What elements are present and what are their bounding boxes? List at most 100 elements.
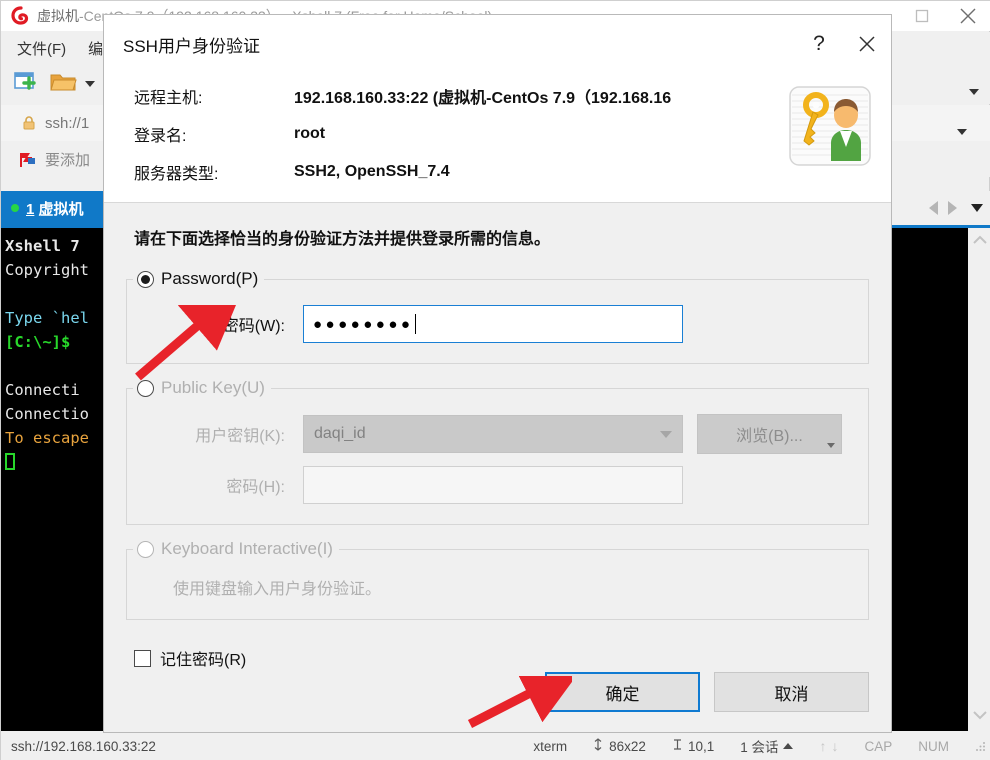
dialog-title-bar: SSH用户身份验证 ? [104,15,891,73]
dialog-body: 请在下面选择恰当的身份验证方法并提供登录所需的信息。 Password(P) 密… [104,203,891,670]
terminal-cursor [5,453,15,470]
browse-dropdown-caret-icon[interactable] [827,443,835,448]
cancel-button[interactable]: 取消 [714,672,869,712]
menu-item-edit[interactable]: 编 [88,38,103,59]
keyboard-interactive-description: 使用键盘输入用户身份验证。 [173,581,382,598]
resize-icon [593,738,604,754]
cursor-pos-icon [672,738,683,754]
session-tab-name: 虚拟机 [38,200,84,218]
status-connection: ssh://192.168.160.33:22 [11,738,156,754]
session-tab-index: 1 [26,200,35,218]
publickey-auth-legend[interactable]: Public Key(U) [133,378,271,398]
publickey-radio[interactable] [137,379,154,397]
remember-password-checkbox[interactable] [134,649,151,667]
info-row-host: 远程主机: 192.168.160.33:22 (虚拟机-CentOs 7.9（… [134,77,891,115]
password-field-row: 密码(W): ●●●●●●●● [127,299,868,349]
toolbar-dropdown-icon[interactable] [85,81,95,87]
status-num: NUM [918,738,949,754]
password-radio[interactable] [137,270,154,288]
ssh-authentication-dialog: SSH用户身份验证 ? 远程主机: 192.168.160.33:22 (虚拟机… [103,14,892,733]
address-text: ssh://1 [45,114,90,132]
xshell-logo-icon [11,6,31,26]
new-session-icon[interactable] [13,70,43,98]
password-input[interactable]: ●●●●●●●● [303,305,683,343]
dialog-title-buttons: ? [795,15,891,73]
arrow-up-icon: ↑ [819,738,827,754]
status-terminal-type: xterm [533,738,568,754]
passphrase-row: 密码(H): [127,460,868,510]
window-title-prefix: 虚拟机 [37,8,79,24]
terminal-line: Xshell 7 [5,237,80,255]
menu-item-file[interactable]: 文件(F) [17,38,66,59]
browse-button-label: 浏览(B)... [736,428,803,445]
address-dropdown-chevron-down-icon[interactable] [957,129,967,135]
publickey-auth-group: Public Key(U) 用户密钥(K): daqi_id 浏览(B)... … [126,378,869,525]
password-masked-value: ●●●●●●●● [313,315,414,333]
dialog-prompt: 请在下面选择恰当的身份验证方法并提供登录所需的信息。 [134,231,551,248]
connection-info-panel: 远程主机: 192.168.160.33:22 (虚拟机-CentOs 7.9（… [104,73,891,203]
terminal-line: Connectio [5,405,89,423]
password-radio-label: Password(P) [161,269,259,288]
browse-button[interactable]: 浏览(B)... [697,414,842,454]
terminal-scrollbar[interactable] [968,228,990,731]
screen: 虚拟机-CentOs 7.9（192.168.160.33） - Xshell … [0,0,990,760]
dialog-title: SSH用户身份验证 [123,36,260,56]
terminal-line: Copyright [5,261,89,279]
info-value-username: root [294,125,326,142]
remember-password-row[interactable]: 记住密码(R) [126,634,869,670]
user-key-value: daqi_id [314,425,366,442]
session-tab-label: 1 虚拟机 [26,198,84,219]
keyboard-interactive-group: Keyboard Interactive(I) 使用键盘输入用户身份验证。 [126,539,869,620]
status-cursor-position: 10,1 [672,738,714,754]
password-auth-legend[interactable]: Password(P) [133,269,264,289]
password-field-label: 密码(W): [222,318,285,335]
info-label-server-type: 服务器类型: [134,166,219,183]
lock-icon [21,115,37,131]
user-key-select[interactable]: daqi_id [303,415,683,453]
terminal-line: Connecti [5,381,80,399]
arrow-down-icon: ↓ [831,738,839,754]
scroll-up-chevron-icon[interactable] [972,234,988,250]
text-cursor [415,314,417,334]
info-label-host: 远程主机: [134,90,203,107]
caret-up-icon[interactable] [783,743,794,749]
status-size: 86x22 [593,738,646,754]
prev-arrow-icon[interactable] [929,201,938,215]
publickey-radio-label: Public Key(U) [161,378,265,397]
maximize-button[interactable] [899,1,945,31]
password-auth-group: Password(P) 密码(W): ●●●●●●●● [126,269,869,364]
scroll-down-chevron-icon[interactable] [972,709,988,725]
info-row-username: 登录名: root [134,115,891,153]
passphrase-input[interactable] [303,466,683,504]
remember-password-label: 记住密码(R) [160,652,247,669]
next-arrow-icon[interactable] [948,201,957,215]
keyboard-interactive-radio[interactable] [137,540,154,558]
tab-menu-chevron-down-icon[interactable] [971,204,983,212]
open-folder-icon[interactable] [49,70,79,98]
terminal-line: Type `hel [5,309,89,327]
status-bar: ssh://192.168.160.33:22 xterm 86x22 10,1… [1,731,990,760]
keyboard-interactive-label: Keyboard Interactive(I) [161,539,333,558]
flag-icon [19,151,37,167]
dialog-action-buttons: 确定 取消 [545,672,869,712]
info-value-server-type: SSH2, OpenSSH_7.4 [294,163,450,180]
window-controls [899,1,990,31]
tab-nav-controls [929,191,983,225]
toolbar-overflow-chevron-down-icon[interactable] [969,89,979,95]
status-transfer-icons: ↑ ↓ [819,738,838,754]
info-row-server-type: 服务器类型: SSH2, OpenSSH_7.4 [134,153,891,191]
terminal-line: To escape [5,429,89,447]
key-user-icon [787,85,873,167]
status-caps: CAP [864,738,893,754]
passphrase-label: 密码(H): [226,479,285,496]
status-sessions[interactable]: 1 会话 [740,736,794,756]
help-button[interactable]: ? [795,15,843,73]
info-value-host: 192.168.160.33:22 (虚拟机-CentOs 7.9（192.16… [294,90,672,107]
dialog-close-button[interactable] [843,15,891,73]
resize-grip-icon[interactable] [975,740,987,752]
close-button[interactable] [945,1,990,31]
chevron-down-icon [660,430,672,438]
ok-button[interactable]: 确定 [545,672,700,712]
bookmark-text: 要添加 [45,151,91,169]
keyboard-interactive-legend[interactable]: Keyboard Interactive(I) [133,539,339,559]
